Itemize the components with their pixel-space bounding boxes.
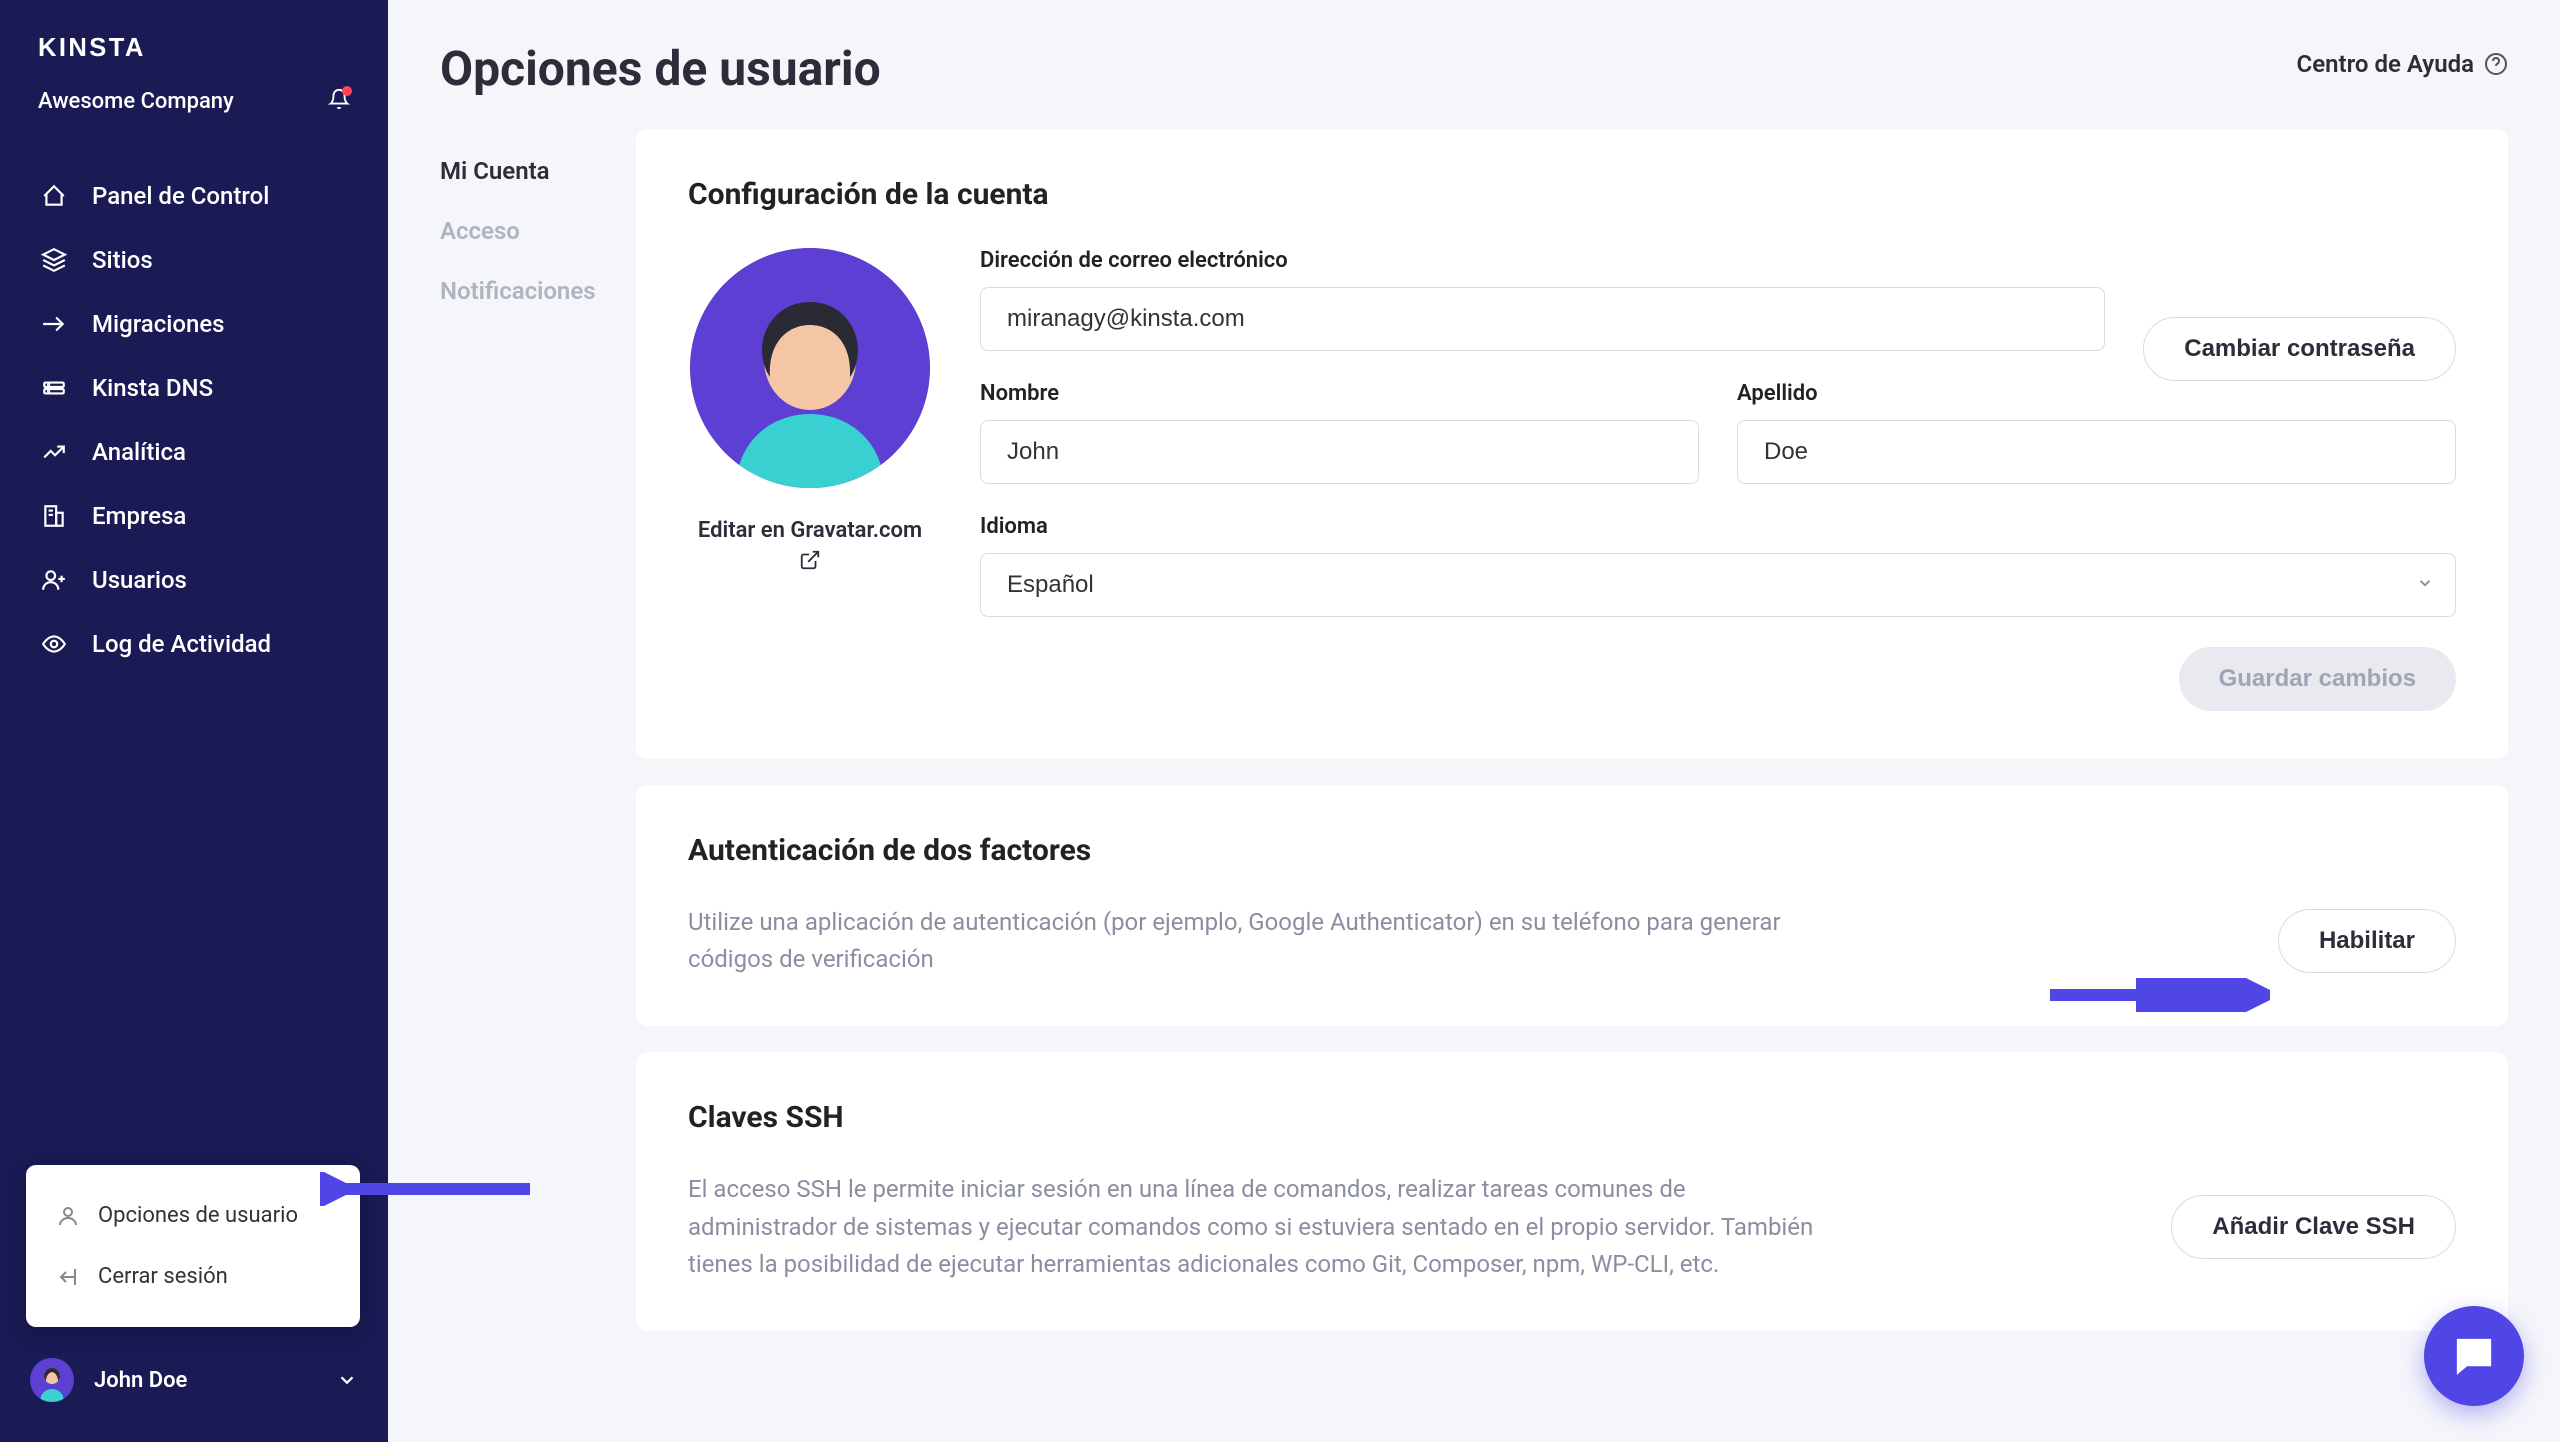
- nav-label: Kinsta DNS: [92, 374, 213, 402]
- analytics-icon: [40, 438, 68, 466]
- layers-icon: [40, 246, 68, 274]
- sidebar-item-sites[interactable]: Sitios: [0, 228, 388, 292]
- twofa-panel: Autenticación de dos factores Utilize un…: [636, 785, 2508, 1026]
- firstname-label: Nombre: [980, 381, 1699, 406]
- migrate-icon: [40, 310, 68, 338]
- company-name: Awesome Company: [38, 89, 234, 114]
- ssh-title: Claves SSH: [688, 1100, 2456, 1135]
- user-menu-popup: Opciones de usuario Cerrar sesión: [26, 1165, 360, 1327]
- change-password-button[interactable]: Cambiar contraseña: [2143, 317, 2456, 381]
- sidebar-item-analytics[interactable]: Analítica: [0, 420, 388, 484]
- dns-icon: [40, 374, 68, 402]
- sidebar-item-dns[interactable]: Kinsta DNS: [0, 356, 388, 420]
- nav-label: Sitios: [92, 246, 153, 274]
- gravatar-link[interactable]: Editar en Gravatar.com: [698, 518, 922, 571]
- save-changes-button: Guardar cambios: [2179, 647, 2456, 711]
- page-title: Opciones de usuario: [440, 40, 881, 97]
- nav-label: Analítica: [92, 438, 186, 466]
- nav-label: Empresa: [92, 502, 186, 530]
- gravatar-label: Editar en Gravatar.com: [698, 518, 922, 543]
- notification-dot: [342, 86, 352, 96]
- sidebar-user-footer[interactable]: John Doe: [0, 1334, 388, 1442]
- ssh-description: El acceso SSH le permite iniciar sesión …: [688, 1171, 1838, 1283]
- svg-text:KINSTA: KINSTA: [38, 34, 146, 62]
- external-link-icon: [799, 549, 821, 571]
- user-menu-label: Opciones de usuario: [98, 1203, 298, 1228]
- chevron-down-icon: [336, 1369, 358, 1391]
- email-field[interactable]: [980, 287, 2105, 351]
- settings-subnav: Mi Cuenta Acceso Notificaciones: [440, 129, 636, 1357]
- twofa-title: Autenticación de dos factores: [688, 833, 2456, 868]
- email-label: Dirección de correo electrónico: [980, 248, 2105, 273]
- main-content: Opciones de usuario Centro de Ayuda Mi C…: [388, 0, 2560, 1442]
- twofa-description: Utilize una aplicación de autenticación …: [688, 904, 1838, 978]
- user-avatar-small: [30, 1358, 74, 1402]
- enable-2fa-button[interactable]: Habilitar: [2278, 909, 2456, 973]
- company-icon: [40, 502, 68, 530]
- notifications-bell-icon[interactable]: [328, 88, 350, 114]
- nav-label: Migraciones: [92, 310, 225, 338]
- user-menu-logout[interactable]: Cerrar sesión: [26, 1246, 360, 1307]
- eye-icon: [40, 630, 68, 658]
- user-menu-options[interactable]: Opciones de usuario: [26, 1185, 360, 1246]
- sidebar-item-migrations[interactable]: Migraciones: [0, 292, 388, 356]
- account-section-title: Configuración de la cuenta: [688, 177, 2456, 212]
- ssh-panel: Claves SSH El acceso SSH le permite inic…: [636, 1052, 2508, 1331]
- brand-logo[interactable]: KINSTA: [38, 32, 350, 64]
- home-icon: [40, 182, 68, 210]
- users-icon: [40, 566, 68, 594]
- subnav-access[interactable]: Acceso: [440, 201, 636, 261]
- sidebar-item-users[interactable]: Usuarios: [0, 548, 388, 612]
- help-label: Centro de Ayuda: [2297, 50, 2474, 78]
- subnav-notifications[interactable]: Notificaciones: [440, 261, 636, 321]
- sidebar-item-dashboard[interactable]: Panel de Control: [0, 164, 388, 228]
- sidebar-item-activity[interactable]: Log de Actividad: [0, 612, 388, 676]
- firstname-field[interactable]: [980, 420, 1699, 484]
- logout-icon: [56, 1265, 80, 1289]
- chat-launcher-button[interactable]: [2424, 1306, 2524, 1406]
- sidebar: KINSTA Awesome Company Panel de Control …: [0, 0, 388, 1442]
- nav-label: Panel de Control: [92, 182, 269, 210]
- sidebar-item-company[interactable]: Empresa: [0, 484, 388, 548]
- lastname-label: Apellido: [1737, 381, 2456, 406]
- lastname-field[interactable]: [1737, 420, 2456, 484]
- user-icon: [56, 1204, 80, 1228]
- subnav-account[interactable]: Mi Cuenta: [440, 141, 636, 201]
- add-ssh-key-button[interactable]: Añadir Clave SSH: [2171, 1195, 2456, 1259]
- nav-label: Log de Actividad: [92, 630, 271, 658]
- primary-nav: Panel de Control Sitios Migraciones Kins…: [0, 134, 388, 1334]
- help-icon: [2484, 52, 2508, 76]
- nav-label: Usuarios: [92, 566, 187, 594]
- chat-icon: [2450, 1332, 2498, 1380]
- help-center-link[interactable]: Centro de Ayuda: [2297, 50, 2508, 78]
- user-avatar-large: [690, 248, 930, 488]
- footer-user-name: John Doe: [94, 1368, 316, 1393]
- language-label: Idioma: [980, 514, 2456, 539]
- user-menu-label: Cerrar sesión: [98, 1264, 228, 1289]
- account-config-panel: Configuración de la cuenta Editar en Gra…: [636, 129, 2508, 759]
- language-select[interactable]: [980, 553, 2456, 617]
